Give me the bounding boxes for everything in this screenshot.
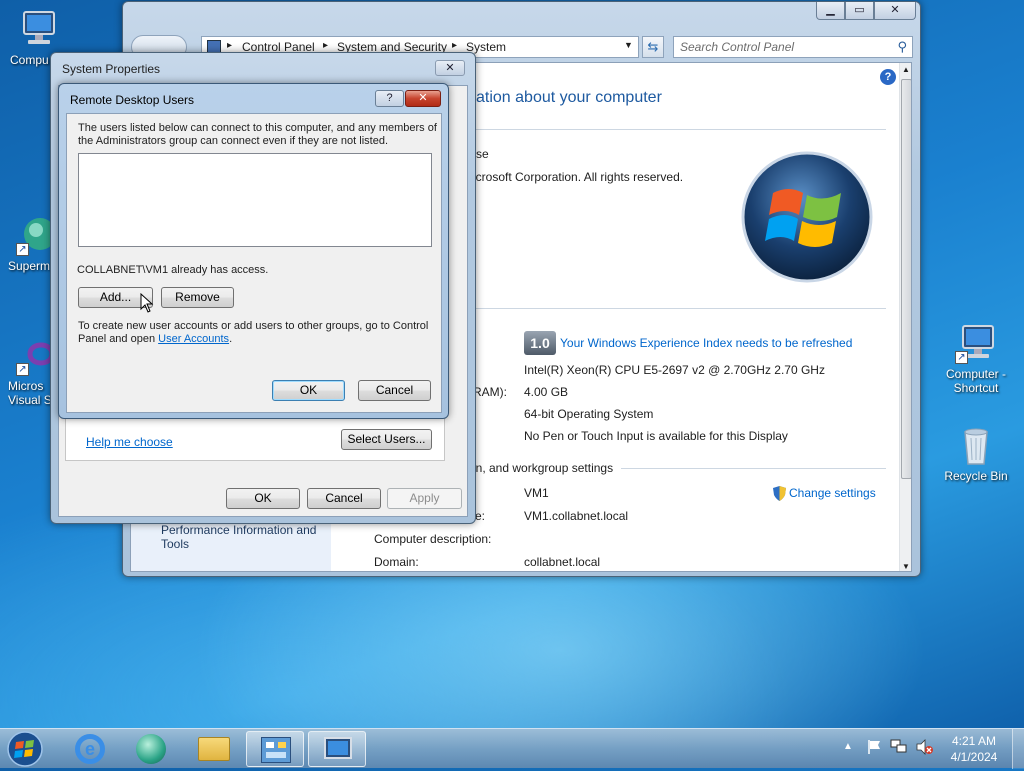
scroll-down-arrow-icon[interactable]: ▼ bbox=[902, 562, 910, 571]
ram-label: RAM): bbox=[473, 385, 507, 399]
change-settings-link[interactable]: Change settings bbox=[789, 486, 876, 500]
action-center-flag-icon[interactable] bbox=[866, 739, 882, 755]
ram-value: 4.00 GB bbox=[524, 385, 569, 399]
taskbar-file-explorer[interactable] bbox=[184, 731, 242, 767]
internet-explorer-icon: e bbox=[75, 734, 105, 764]
domain-label: Domain: bbox=[374, 555, 419, 569]
select-users-button[interactable]: Select Users... bbox=[341, 429, 432, 450]
refresh-button[interactable]: ⇆ bbox=[642, 36, 664, 58]
shortcut-arrow-icon: ↗ bbox=[955, 351, 968, 364]
computer-icon bbox=[324, 737, 352, 759]
desktop-icon-recycle-bin[interactable]: Recycle Bin bbox=[938, 424, 1014, 483]
taskbar-app-sphere[interactable] bbox=[122, 731, 180, 767]
system-type-value: 64-bit Operating System bbox=[524, 407, 654, 421]
desktop-icon-label: Computer - Shortcut bbox=[945, 367, 1007, 395]
clock-time: 4:21 AM bbox=[951, 734, 997, 748]
taskbar-internet-explorer[interactable]: e bbox=[62, 731, 120, 767]
maximize-button[interactable]: ▭ bbox=[845, 2, 874, 20]
footer-text: To create new user accounts or add users… bbox=[78, 320, 429, 345]
close-button[interactable]: ✕ bbox=[435, 60, 465, 76]
scrollbar-thumb[interactable] bbox=[901, 79, 911, 479]
close-button[interactable]: ✕ bbox=[405, 90, 441, 107]
help-me-choose-link[interactable]: Help me choose bbox=[86, 435, 173, 449]
pen-touch-value: No Pen or Touch Input is available for t… bbox=[524, 429, 788, 443]
app-sphere-icon bbox=[136, 734, 166, 764]
taskbar-control-panel[interactable] bbox=[308, 731, 366, 767]
cancel-button[interactable]: Cancel bbox=[358, 380, 431, 401]
computer-icon: ↗ bbox=[955, 322, 997, 364]
footer-note: To create new user accounts or add users… bbox=[78, 320, 438, 346]
minimize-button[interactable]: ▁ bbox=[816, 2, 845, 20]
shortcut-arrow-icon: ↗ bbox=[16, 363, 29, 376]
access-note: COLLABNET\VM1 already has access. bbox=[77, 264, 269, 276]
computer-name-value: VM1 bbox=[524, 486, 549, 500]
copyright-text: icrosoft Corporation. All rights reserve… bbox=[473, 170, 684, 184]
shield-icon bbox=[773, 486, 786, 501]
taskbar: e ▲ 4:21 AM 4/1/2024 bbox=[0, 728, 1024, 769]
remote-desktop-users-dialog: Remote Desktop Users ? ✕ The users liste… bbox=[58, 83, 449, 419]
breadcrumb-separator-icon: ▸ bbox=[227, 40, 233, 51]
ok-button[interactable]: OK bbox=[226, 488, 300, 509]
wei-link[interactable]: Your Windows Experience Index needs to b… bbox=[560, 336, 852, 350]
search-input[interactable]: Search Control Panel bbox=[680, 40, 794, 54]
mouse-cursor-icon bbox=[140, 292, 154, 313]
folder-icon bbox=[198, 737, 230, 761]
users-list-box[interactable] bbox=[78, 153, 432, 247]
processor-value: Intel(R) Xeon(R) CPU E5-2697 v2 @ 2.70GH… bbox=[524, 363, 825, 377]
remove-button[interactable]: Remove bbox=[161, 287, 234, 308]
wei-badge: 1.0 bbox=[524, 331, 556, 355]
windows-logo bbox=[739, 149, 875, 285]
breadcrumb-separator-icon: ▸ bbox=[452, 40, 458, 51]
show-hidden-icons-arrow[interactable]: ▲ bbox=[843, 741, 853, 752]
dialog-body: The users listed below can connect to th… bbox=[66, 113, 442, 413]
divider bbox=[476, 129, 886, 130]
apply-button: Apply bbox=[387, 488, 462, 509]
volume-muted-icon[interactable] bbox=[915, 739, 933, 755]
divider bbox=[621, 468, 886, 469]
search-box[interactable]: Search Control Panel ⚲ bbox=[673, 36, 913, 58]
clock-date: 4/1/2024 bbox=[950, 750, 998, 764]
help-button[interactable]: ? bbox=[375, 90, 404, 107]
server-manager-icon bbox=[261, 737, 291, 763]
taskbar-server-manager[interactable] bbox=[246, 731, 304, 767]
breadcrumb-separator-icon: ▸ bbox=[323, 40, 329, 51]
close-button[interactable]: ✕ bbox=[874, 2, 916, 20]
dropdown-arrow-icon[interactable]: ▼ bbox=[624, 40, 633, 50]
help-icon[interactable]: ? bbox=[880, 69, 896, 85]
dialog-description: The users listed below can connect to th… bbox=[78, 122, 437, 147]
ok-button[interactable]: OK bbox=[272, 380, 345, 401]
divider bbox=[476, 308, 886, 309]
recycle-bin-icon bbox=[955, 424, 997, 466]
cancel-button[interactable]: Cancel bbox=[307, 488, 381, 509]
windows-edition-label: se bbox=[476, 147, 489, 161]
full-name-value: VM1.collabnet.local bbox=[524, 509, 629, 523]
description-label: Computer description: bbox=[374, 532, 492, 546]
search-icon: ⚲ bbox=[897, 39, 907, 54]
section-computer-name: in, and workgroup settings bbox=[473, 461, 614, 475]
computer-icon bbox=[18, 8, 60, 50]
start-button[interactable] bbox=[5, 730, 45, 768]
dialog-title: System Properties bbox=[62, 62, 161, 76]
user-accounts-link[interactable]: User Accounts bbox=[158, 333, 229, 345]
desktop-icon-computer-shortcut[interactable]: ↗ Computer - Shortcut bbox=[938, 322, 1014, 395]
show-desktop-button[interactable] bbox=[1012, 729, 1024, 769]
scroll-up-arrow-icon[interactable]: ▲ bbox=[902, 65, 910, 74]
desktop-icon-label: Recycle Bin bbox=[944, 469, 1008, 483]
vertical-scrollbar[interactable]: ▲ ▼ bbox=[899, 63, 911, 571]
network-icon[interactable] bbox=[890, 739, 908, 755]
clock[interactable]: 4:21 AM 4/1/2024 bbox=[940, 733, 1008, 765]
dialog-title: Remote Desktop Users bbox=[70, 93, 195, 107]
full-name-label: e: bbox=[475, 509, 486, 523]
shortcut-arrow-icon: ↗ bbox=[16, 243, 29, 256]
page-title: ation about your computer bbox=[476, 89, 662, 106]
footer-text-end: . bbox=[229, 333, 233, 345]
performance-info-link[interactable]: Performance Information and Tools bbox=[161, 523, 316, 551]
domain-value: collabnet.local bbox=[524, 555, 601, 569]
